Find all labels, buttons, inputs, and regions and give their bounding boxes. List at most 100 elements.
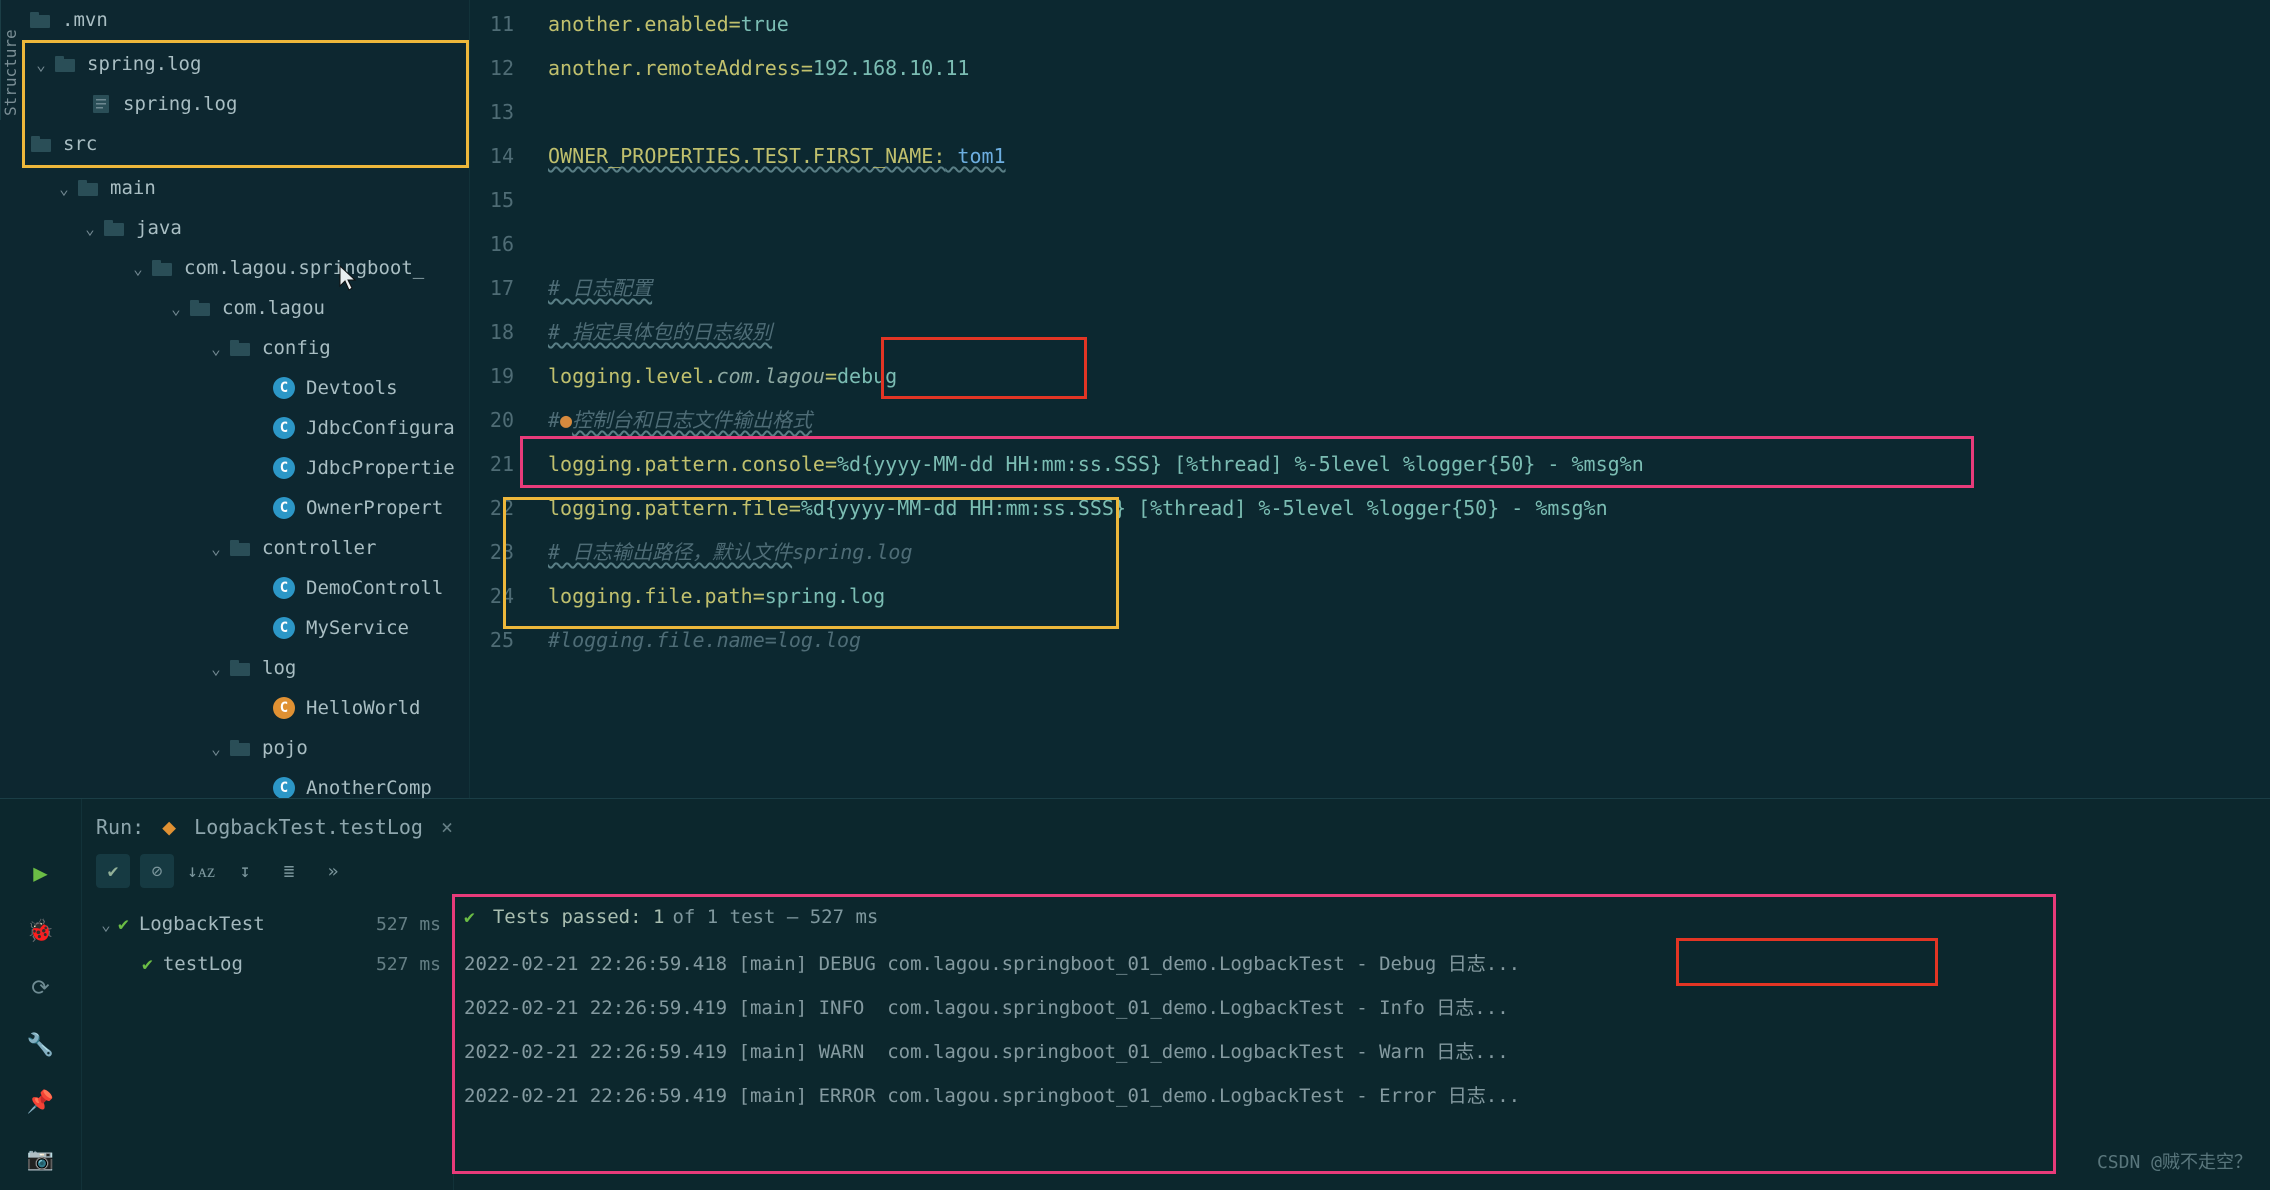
code-text: logging.pattern.file= — [548, 496, 801, 520]
chevron-down-icon[interactable]: ⌄ — [204, 659, 228, 678]
tree-node-jdbcprops[interactable]: C JdbcPropertie — [24, 448, 469, 488]
pin-icon[interactable]: 📌 — [27, 1090, 54, 1115]
camera-icon[interactable]: 📷 — [27, 1147, 54, 1172]
structure-tool-tab[interactable]: Structure — [0, 0, 20, 120]
tree-node-log[interactable]: ⌄ log — [24, 648, 469, 688]
folder-icon — [28, 8, 52, 32]
tree-node-controller[interactable]: ⌄ controller — [24, 528, 469, 568]
editor-area[interactable]: another.enabled=true another.remoteAddre… — [526, 0, 2270, 798]
console-line: 2022-02-21 22:26:59.419 [main] INFO com.… — [464, 986, 2264, 1030]
chevron-down-icon[interactable]: ⌄ — [29, 55, 53, 74]
chevron-down-icon[interactable]: ⌄ — [204, 539, 228, 558]
chevron-down-icon[interactable]: ⌄ — [204, 739, 228, 758]
class-icon: C — [272, 416, 296, 440]
test-method-row[interactable]: ✔ testLog 527 ms — [82, 944, 453, 984]
console-output[interactable]: ✔ Tests passed: 1 of 1 test – 527 ms 202… — [454, 898, 2270, 1190]
run-sidebar: ▶ 🐞 ⟳ 🔧 📌 📷 — [0, 799, 82, 1190]
close-icon[interactable]: × — [441, 815, 453, 839]
class-icon: C — [272, 776, 296, 798]
settings-icon[interactable]: 🔧 — [27, 1033, 54, 1058]
tests-passed: Tests passed: 1 — [493, 906, 665, 928]
tree-node-jdbcconfig[interactable]: C JdbcConfigura — [24, 408, 469, 448]
chevron-down-icon[interactable]: ⌄ — [78, 219, 102, 238]
package-icon — [228, 336, 252, 360]
tree-node-src[interactable]: src — [25, 124, 466, 164]
code-comment: # 日志配置 — [548, 276, 652, 300]
chevron-down-icon[interactable]: ⌄ — [204, 339, 228, 358]
stop-icon[interactable]: ⊘ — [140, 854, 174, 888]
tree-node-main[interactable]: ⌄ main — [24, 168, 469, 208]
code-text: tom1 — [945, 144, 1005, 168]
tree-node-democtrl[interactable]: C DemoControll — [24, 568, 469, 608]
test-root-row[interactable]: ⌄ ✔ LogbackTest 527 ms — [82, 904, 453, 944]
annotation-yellow-tree: ⌄ spring.log spring.log src — [22, 40, 469, 168]
tree-node-pojo[interactable]: ⌄ pojo — [24, 728, 469, 768]
code-text: logging.pattern.console= — [548, 452, 837, 476]
folder-icon — [29, 132, 53, 156]
test-duration: 527 ms — [376, 914, 441, 935]
tree-node-springlog-file[interactable]: spring.log — [25, 84, 466, 124]
code-text: another.remoteAddress= — [548, 56, 813, 80]
tree-node-config[interactable]: ⌄ config — [24, 328, 469, 368]
refresh-icon[interactable]: ⟳ — [31, 976, 49, 1001]
code-text: spring.log — [765, 584, 885, 608]
chevron-down-icon[interactable]: ⌄ — [52, 179, 76, 198]
line-number: 11 — [470, 2, 514, 46]
line-number: 25 — [470, 618, 514, 662]
sort-icon[interactable]: ↓ᴀᴢ — [184, 854, 218, 888]
more-icon[interactable]: » — [316, 854, 350, 888]
expand-icon[interactable]: ↧ — [228, 854, 262, 888]
line-number: 12 — [470, 46, 514, 90]
folder-icon — [76, 176, 100, 200]
code-text: = — [825, 364, 837, 388]
tests-total: of 1 test – 527 ms — [672, 906, 878, 928]
rerun-icon[interactable]: ▶ — [33, 859, 47, 887]
editor-gutter: 111213141516171819202122232425 — [470, 0, 526, 798]
run-tab[interactable]: LogbackTest.testLog — [194, 815, 423, 839]
chevron-down-icon[interactable]: ⌄ — [126, 259, 150, 278]
tree-node-springlog-folder[interactable]: ⌄ spring.log — [25, 44, 466, 84]
collapse-icon[interactable]: ≣ — [272, 854, 306, 888]
code-text: logging.file.path= — [548, 584, 765, 608]
run-label: Run: — [96, 815, 144, 839]
line-number: 14 — [470, 134, 514, 178]
code-comment: 控制台和日志文件输出格式 — [572, 408, 812, 432]
tree-node-myservice[interactable]: C MyService — [24, 608, 469, 648]
flame-icon: ⬥ — [162, 815, 176, 839]
tree-node-ownerprops[interactable]: C OwnerPropert — [24, 488, 469, 528]
tree-node-java[interactable]: ⌄ java — [24, 208, 469, 248]
package-icon — [228, 656, 252, 680]
chevron-down-icon[interactable]: ⌄ — [94, 915, 118, 934]
pass-icon: ✔ — [464, 907, 475, 928]
code-editor[interactable]: 111213141516171819202122232425 another.e… — [470, 0, 2270, 798]
chevron-down-icon[interactable]: ⌄ — [164, 299, 188, 318]
tree-node-pkg-root[interactable]: ⌄ com.lagou.springboot_ — [24, 248, 469, 288]
structure-label: Structure — [1, 29, 20, 116]
line-number: 23 — [470, 530, 514, 574]
tree-node-pkg-sub[interactable]: ⌄ com.lagou — [24, 288, 469, 328]
tree-node-devtools[interactable]: C Devtools — [24, 368, 469, 408]
code-comment: spring.log — [792, 540, 912, 564]
line-number: 20 — [470, 398, 514, 442]
debug-icon[interactable]: 🐞 — [27, 919, 54, 944]
package-icon — [188, 296, 212, 320]
class-icon: C — [272, 576, 296, 600]
check-icon[interactable]: ✔ — [96, 854, 130, 888]
package-icon — [150, 256, 174, 280]
line-number: 16 — [470, 222, 514, 266]
run-toolbar: Run: ⬥ LogbackTest.testLog × — [82, 799, 2270, 854]
package-icon — [228, 536, 252, 560]
package-icon — [228, 736, 252, 760]
tree-node-mvn[interactable]: .mvn — [24, 0, 469, 40]
run-panel: ▶ 🐞 ⟳ 🔧 📌 📷 Run: ⬥ LogbackTest.testLog ×… — [0, 798, 2270, 1190]
console-line: 2022-02-21 22:26:59.419 [main] WARN com.… — [464, 1030, 2264, 1074]
code-comment: #logging.file.name=log.log — [548, 628, 861, 652]
class-icon: C — [272, 696, 296, 720]
project-tree[interactable]: .mvn ⌄ spring.log spring.log src ⌄ — [0, 0, 470, 798]
test-tree[interactable]: ⌄ ✔ LogbackTest 527 ms ✔ testLog 527 ms — [82, 898, 454, 1190]
watermark: CSDN @贼不走空？ — [2097, 1148, 2252, 1174]
tree-node-helloworld[interactable]: C HelloWorld — [24, 688, 469, 728]
pass-icon: ✔ — [142, 954, 153, 975]
code-text: true — [741, 12, 789, 36]
tree-node-anothercomp[interactable]: C AnotherComp — [24, 768, 469, 798]
